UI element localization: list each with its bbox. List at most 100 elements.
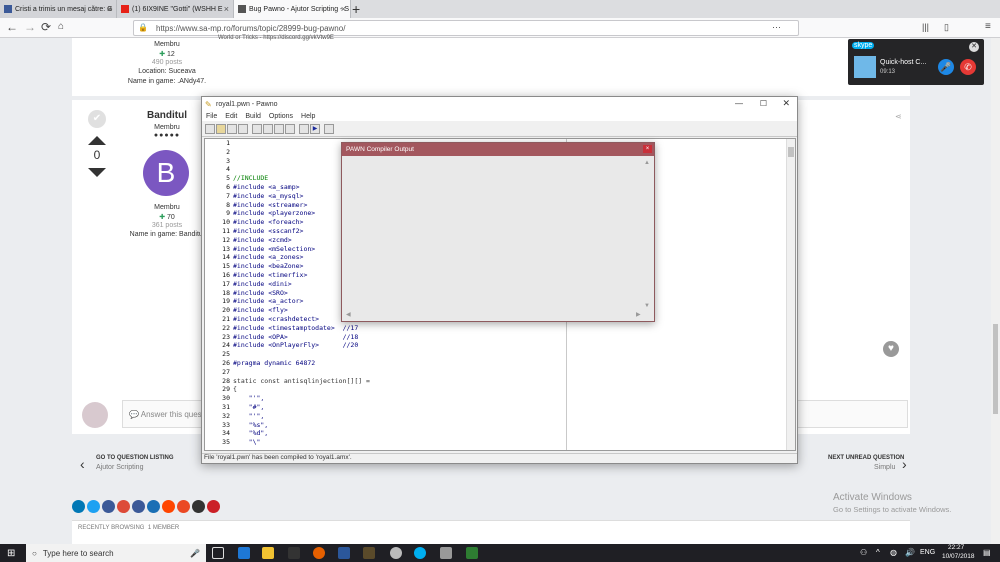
edge-icon[interactable]	[238, 547, 250, 559]
downvote-icon[interactable]	[88, 168, 106, 177]
reload-icon[interactable]: ⟳	[41, 20, 51, 34]
compiler-output-area[interactable]	[344, 158, 652, 318]
maximize-icon[interactable]: ☐	[760, 99, 767, 108]
code-line[interactable]: "%d",	[233, 429, 563, 438]
tab-bug-pawno[interactable]: Bug Pawno - Ajutor Scripting - S ×	[234, 0, 351, 18]
compiler-close-button[interactable]: ×	[643, 145, 652, 153]
code-line[interactable]: static const antisqlinjection[][] =	[233, 377, 563, 386]
settings-gear-icon[interactable]	[390, 547, 402, 559]
more-icon[interactable]: ···	[772, 22, 781, 32]
next-chevron-icon[interactable]: ›	[902, 456, 907, 472]
file-explorer-icon[interactable]	[262, 547, 274, 559]
skype-taskbar-icon[interactable]	[414, 547, 426, 559]
new-tab-button[interactable]: +	[352, 1, 360, 17]
code-line[interactable]: "\"	[233, 438, 563, 447]
new-file-icon[interactable]	[205, 123, 215, 134]
code-line[interactable]: #include <OnPlayerFly> //20	[233, 341, 563, 350]
avatar[interactable]: B	[143, 150, 189, 196]
help-icon[interactable]	[324, 123, 334, 134]
scrollbar-thumb[interactable]	[993, 324, 998, 414]
word-icon[interactable]	[338, 547, 350, 559]
scroll-right-icon[interactable]: ▶	[636, 311, 641, 318]
accepted-answer-icon[interactable]: ✔	[88, 110, 106, 128]
samp-icon[interactable]	[466, 547, 478, 559]
code-line[interactable]: "#",	[233, 403, 563, 412]
close-tab-icon[interactable]: ×	[341, 4, 346, 14]
firefox-icon[interactable]	[313, 547, 325, 559]
clock-time[interactable]: 22:27	[948, 544, 964, 551]
google-plus-icon[interactable]	[117, 500, 130, 513]
close-window-icon[interactable]: ✕	[782, 98, 790, 109]
clock-date[interactable]: 10/07/2018	[942, 553, 975, 560]
pawno-taskbar-icon[interactable]	[363, 547, 375, 559]
facebook-share-icon[interactable]	[102, 500, 115, 513]
code-line[interactable]	[233, 350, 563, 359]
app-icon[interactable]	[440, 547, 452, 559]
minimize-icon[interactable]: —	[735, 99, 743, 108]
twitter-icon[interactable]	[87, 500, 100, 513]
linkedin-icon[interactable]	[72, 500, 85, 513]
start-windows-icon[interactable]: ⊞	[7, 548, 15, 559]
menu-icon[interactable]: ≡	[985, 21, 991, 32]
code-line[interactable]: #include <OPA> //18	[233, 333, 563, 342]
upvote-icon[interactable]	[88, 136, 106, 145]
compile-run-icon[interactable]: ▶	[310, 123, 320, 134]
code-line[interactable]	[233, 368, 563, 377]
close-file-icon[interactable]	[238, 123, 248, 134]
find-next-icon[interactable]	[263, 123, 273, 134]
epic-games-icon[interactable]	[288, 547, 300, 559]
delicious-icon[interactable]	[147, 500, 160, 513]
microphone-icon[interactable]: 🎤	[190, 549, 200, 558]
menu-options[interactable]: Options	[269, 113, 293, 120]
mute-microphone-icon[interactable]: 🎤	[938, 59, 954, 75]
address-bar[interactable]: 🔒 https://www.sa-mp.ro/forums/topic/2899…	[133, 20, 799, 36]
volume-icon[interactable]: 🔊	[905, 548, 915, 557]
menu-help[interactable]: Help	[301, 113, 315, 120]
digg-icon[interactable]	[132, 500, 145, 513]
open-file-icon[interactable]	[216, 123, 226, 134]
find-icon[interactable]	[252, 123, 262, 134]
editor-scrollbar[interactable]	[786, 139, 795, 450]
stumbleupon-icon[interactable]	[177, 500, 190, 513]
code-line[interactable]: "'",	[233, 412, 563, 421]
people-icon[interactable]: ⚇	[860, 548, 867, 557]
reddit-icon[interactable]	[162, 500, 175, 513]
close-tab-icon[interactable]: ×	[107, 4, 112, 14]
code-line[interactable]: #include <timestamptodate> //17	[233, 324, 563, 333]
tab-youtube[interactable]: (1) 6IX9INE "Gotti" (WSHH E ×	[117, 0, 234, 18]
pawno-titlebar[interactable]: ✎ royal1.pwn - Pawno — ☐ ✕	[202, 97, 797, 112]
next-link[interactable]: NEXT UNREAD QUESTION	[828, 455, 904, 461]
task-view-icon[interactable]	[212, 547, 224, 559]
editor-scroll-thumb[interactable]	[788, 147, 794, 157]
share-icon[interactable]: ⋖	[895, 112, 902, 121]
replace-icon[interactable]	[274, 123, 284, 134]
notifications-icon[interactable]: ▤	[983, 548, 991, 557]
scroll-up-icon[interactable]: ▲	[644, 160, 650, 166]
menu-file[interactable]: File	[206, 113, 217, 120]
scroll-left-icon[interactable]: ◀	[346, 311, 351, 318]
like-heart-icon[interactable]: ♥	[883, 341, 899, 357]
save-icon[interactable]	[227, 123, 237, 134]
taskbar-search-box[interactable]: ○ Type here to search 🎤	[26, 544, 206, 562]
home-icon[interactable]: ⌂	[58, 21, 64, 32]
end-call-icon[interactable]: ✆	[960, 59, 976, 75]
code-line[interactable]: #pragma dynamic 64872	[233, 359, 563, 368]
page-scrollbar[interactable]	[991, 38, 1000, 544]
function-list-icon[interactable]	[299, 123, 309, 134]
back-arrow-icon[interactable]: ←	[6, 20, 18, 34]
network-icon[interactable]: ◍	[890, 548, 897, 557]
tray-up-icon[interactable]: ^	[876, 548, 880, 557]
prev-link[interactable]: GO TO QUESTION LISTING	[96, 455, 174, 461]
compiler-titlebar[interactable]: PAWN Compiler Output ×	[342, 143, 654, 156]
pinterest-icon[interactable]	[207, 500, 220, 513]
forward-arrow-icon[interactable]: →	[24, 20, 36, 34]
code-line[interactable]: "%s",	[233, 421, 563, 430]
close-tab-icon[interactable]: ×	[224, 4, 229, 14]
menu-build[interactable]: Build	[245, 113, 261, 120]
dismiss-notification-icon[interactable]: ✕	[969, 42, 979, 52]
tab-facebook[interactable]: Cristi a trimis un mesaj către: G ×	[0, 0, 117, 18]
language-indicator[interactable]: ENG	[920, 549, 935, 556]
code-line[interactable]: "'",	[233, 394, 563, 403]
scroll-down-icon[interactable]: ▼	[644, 303, 650, 309]
code-line[interactable]: {	[233, 385, 563, 394]
